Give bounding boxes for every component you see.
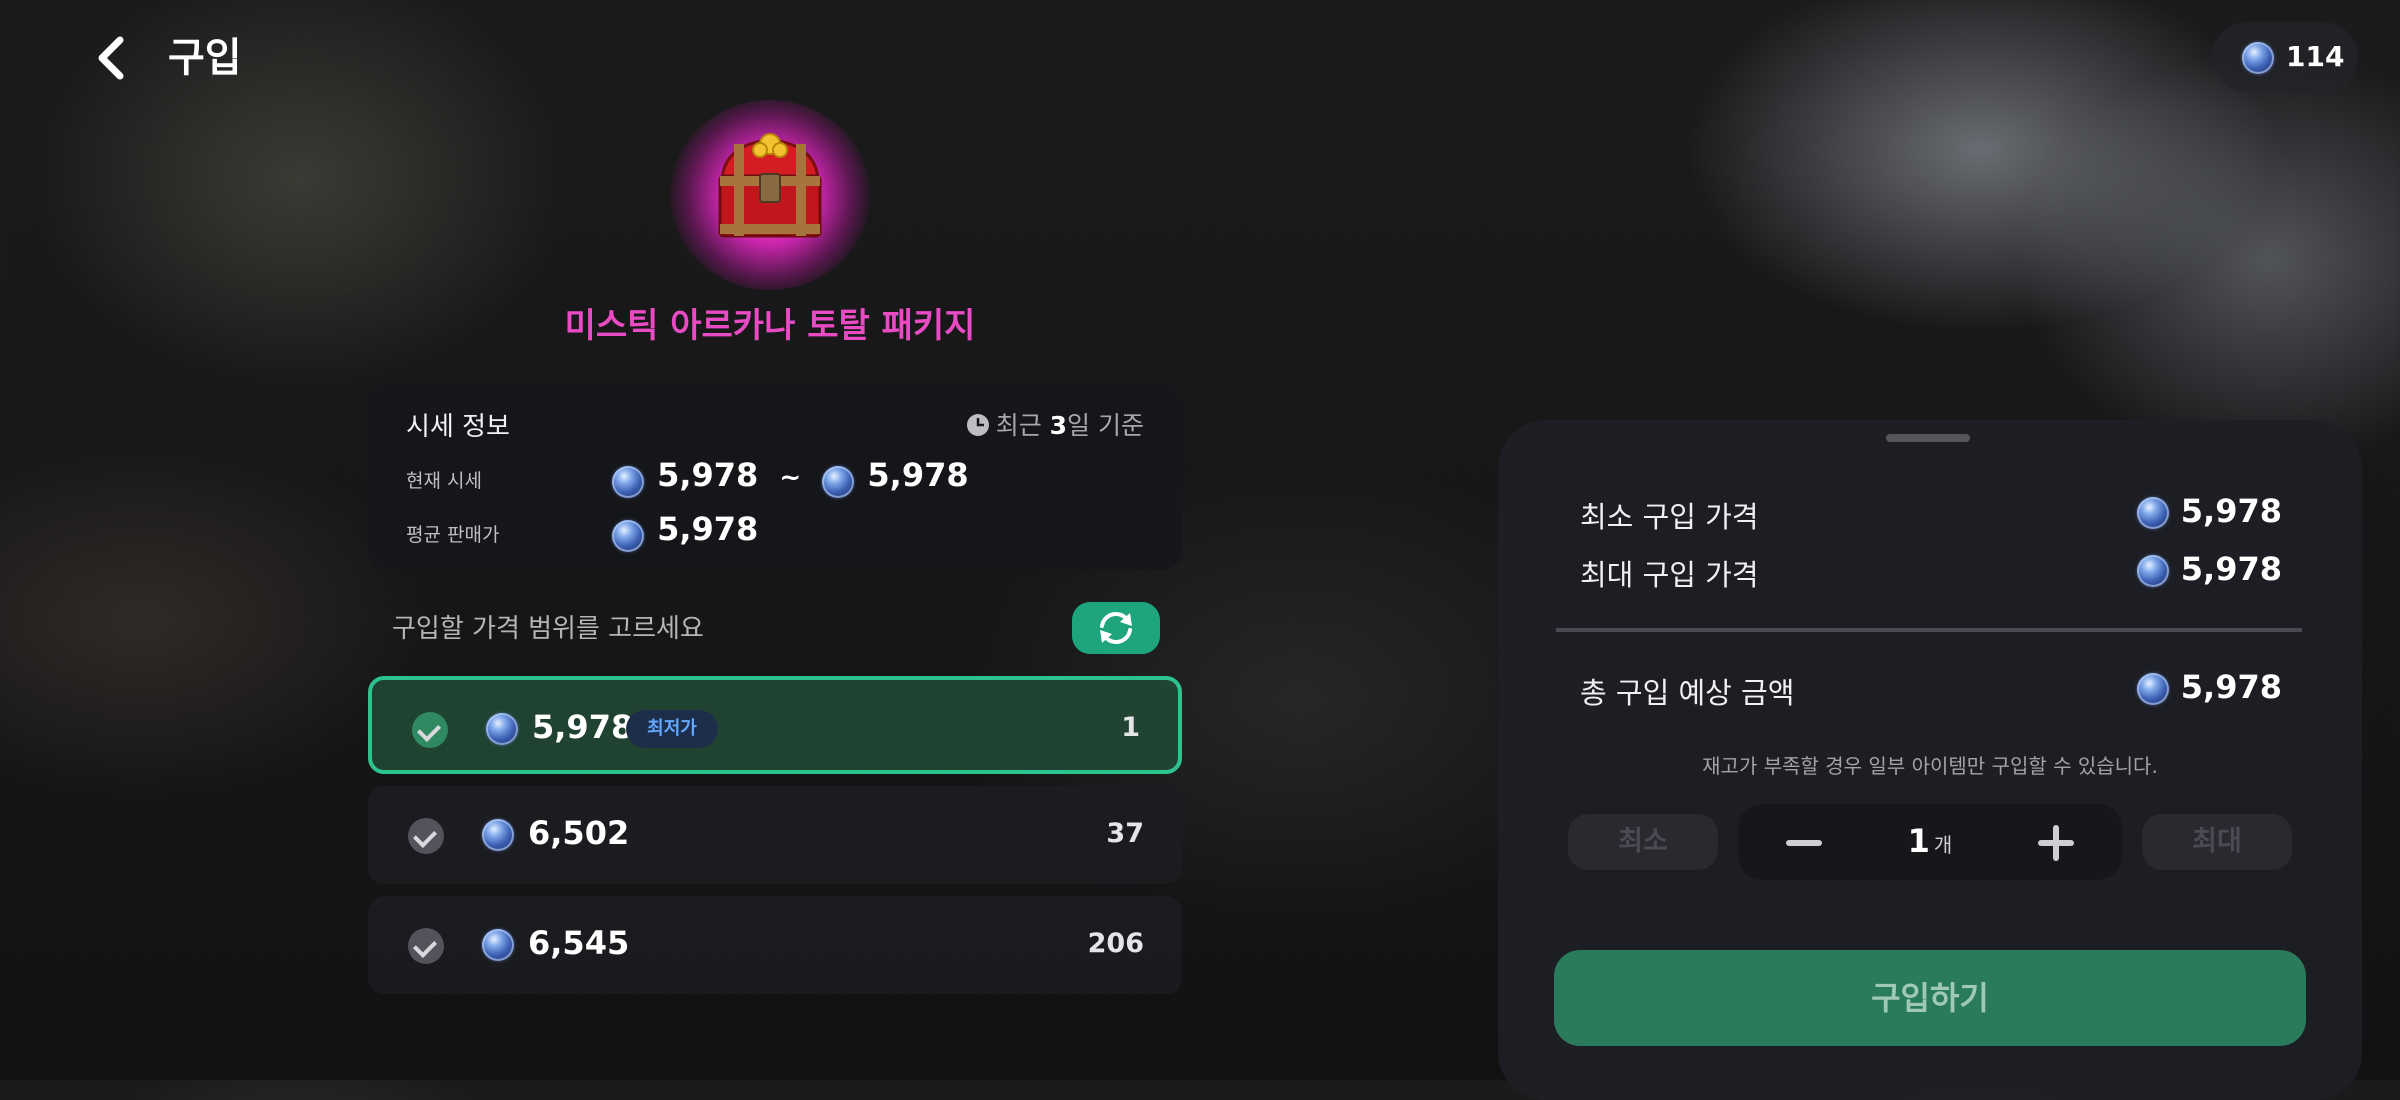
coin-icon (2136, 497, 2169, 529)
page-title: 구입 (168, 35, 242, 81)
stock-notice: 재고가 부족할 경우 일부 아이템만 구입할 수 있습니다. (1702, 754, 2158, 778)
price-info-card: 시세 정보 최근 3일 기준 현재 시세 5,978 ~ 5,978 평균 판매… (368, 384, 1182, 570)
min-quantity-button[interactable]: 최소 (1568, 814, 1718, 870)
coin-icon (822, 465, 855, 498)
max-price-value: 5,978 (2180, 550, 2282, 588)
plus-icon-vertical[interactable] (2053, 825, 2059, 861)
clock-icon (966, 414, 989, 436)
coin-icon (482, 929, 514, 961)
purchase-panel: 최소 구입 가격 5,978 최대 구입 가격 5,978 총 구입 예상 금액… (1498, 420, 2362, 1100)
current-price-label: 현재 시세 (406, 470, 482, 492)
price-option-1[interactable]: 5,978 최저가 1 (368, 676, 1182, 774)
current-max-price: 5,978 (867, 456, 969, 494)
coin-icon (612, 519, 644, 552)
period-days: 3 (1049, 411, 1068, 440)
lowest-price-badge: 최저가 (626, 710, 718, 748)
refresh-button[interactable] (1072, 602, 1160, 654)
currency-amount: 114 (2286, 40, 2345, 73)
price-option-2[interactable]: 6,502 37 (368, 786, 1182, 884)
coin-icon (2136, 673, 2169, 705)
coin-icon (482, 819, 514, 851)
current-price-range: 5,978 ~ 5,978 (612, 456, 969, 498)
min-price-label: 최소 구입 가격 (1580, 500, 1759, 534)
current-min-price: 5,978 (657, 456, 759, 494)
currency-balance: 114 (2212, 22, 2358, 92)
avg-price-value: 5,978 (657, 510, 759, 548)
min-price: 5,978 (2136, 492, 2282, 530)
period-prefix: 최근 (995, 411, 1050, 440)
back-button[interactable] (88, 30, 138, 86)
min-price-value: 5,978 (2180, 492, 2282, 530)
choose-range-prompt: 구입할 가격 범위를 고르세요 (392, 614, 704, 644)
quantity-unit: 개 (1933, 833, 1953, 857)
total-price-label: 총 구입 예상 금액 (1580, 676, 1795, 710)
total-price-value: 5,978 (2180, 668, 2282, 706)
avg-price-label: 평균 판매가 (406, 524, 500, 546)
range-separator: ~ (779, 463, 802, 493)
refresh-icon (1100, 611, 1132, 645)
option-quantity: 37 (1106, 818, 1144, 849)
avg-price: 5,978 (612, 510, 758, 552)
buy-button[interactable]: 구입하기 (1554, 950, 2306, 1046)
check-icon (412, 712, 448, 748)
price-info-period: 최근 3일 기준 (966, 406, 1144, 442)
option-quantity: 206 (1087, 928, 1144, 959)
coin-icon (2136, 555, 2169, 587)
period-suffix: 일 기준 (1067, 411, 1144, 440)
price-option-3[interactable]: 6,545 206 (368, 896, 1182, 994)
quantity-value: 1 (1907, 822, 1930, 860)
option-quantity: 1 (1121, 712, 1140, 743)
total-price: 5,978 (2136, 668, 2282, 706)
option-price: 5,978 (532, 708, 634, 746)
chevron-left-icon (98, 36, 124, 80)
coin-icon (612, 465, 644, 498)
quantity-stepper[interactable]: 1개 (1738, 804, 2122, 880)
coin-icon (2242, 42, 2274, 74)
option-price: 6,545 (528, 924, 630, 962)
price-info-title: 시세 정보 (406, 412, 510, 442)
coin-icon (486, 713, 518, 745)
max-quantity-button[interactable]: 최대 (2142, 814, 2292, 870)
check-icon (408, 818, 444, 854)
treasure-chest-icon (700, 120, 840, 264)
divider (1556, 628, 2302, 632)
drag-handle[interactable] (1886, 434, 1970, 442)
check-icon (408, 928, 444, 964)
max-price-label: 최대 구입 가격 (1580, 558, 1759, 592)
max-price: 5,978 (2136, 550, 2282, 588)
option-price: 6,502 (528, 814, 630, 852)
item-name: 미스틱 아르카나 토탈 패키지 (564, 306, 976, 346)
